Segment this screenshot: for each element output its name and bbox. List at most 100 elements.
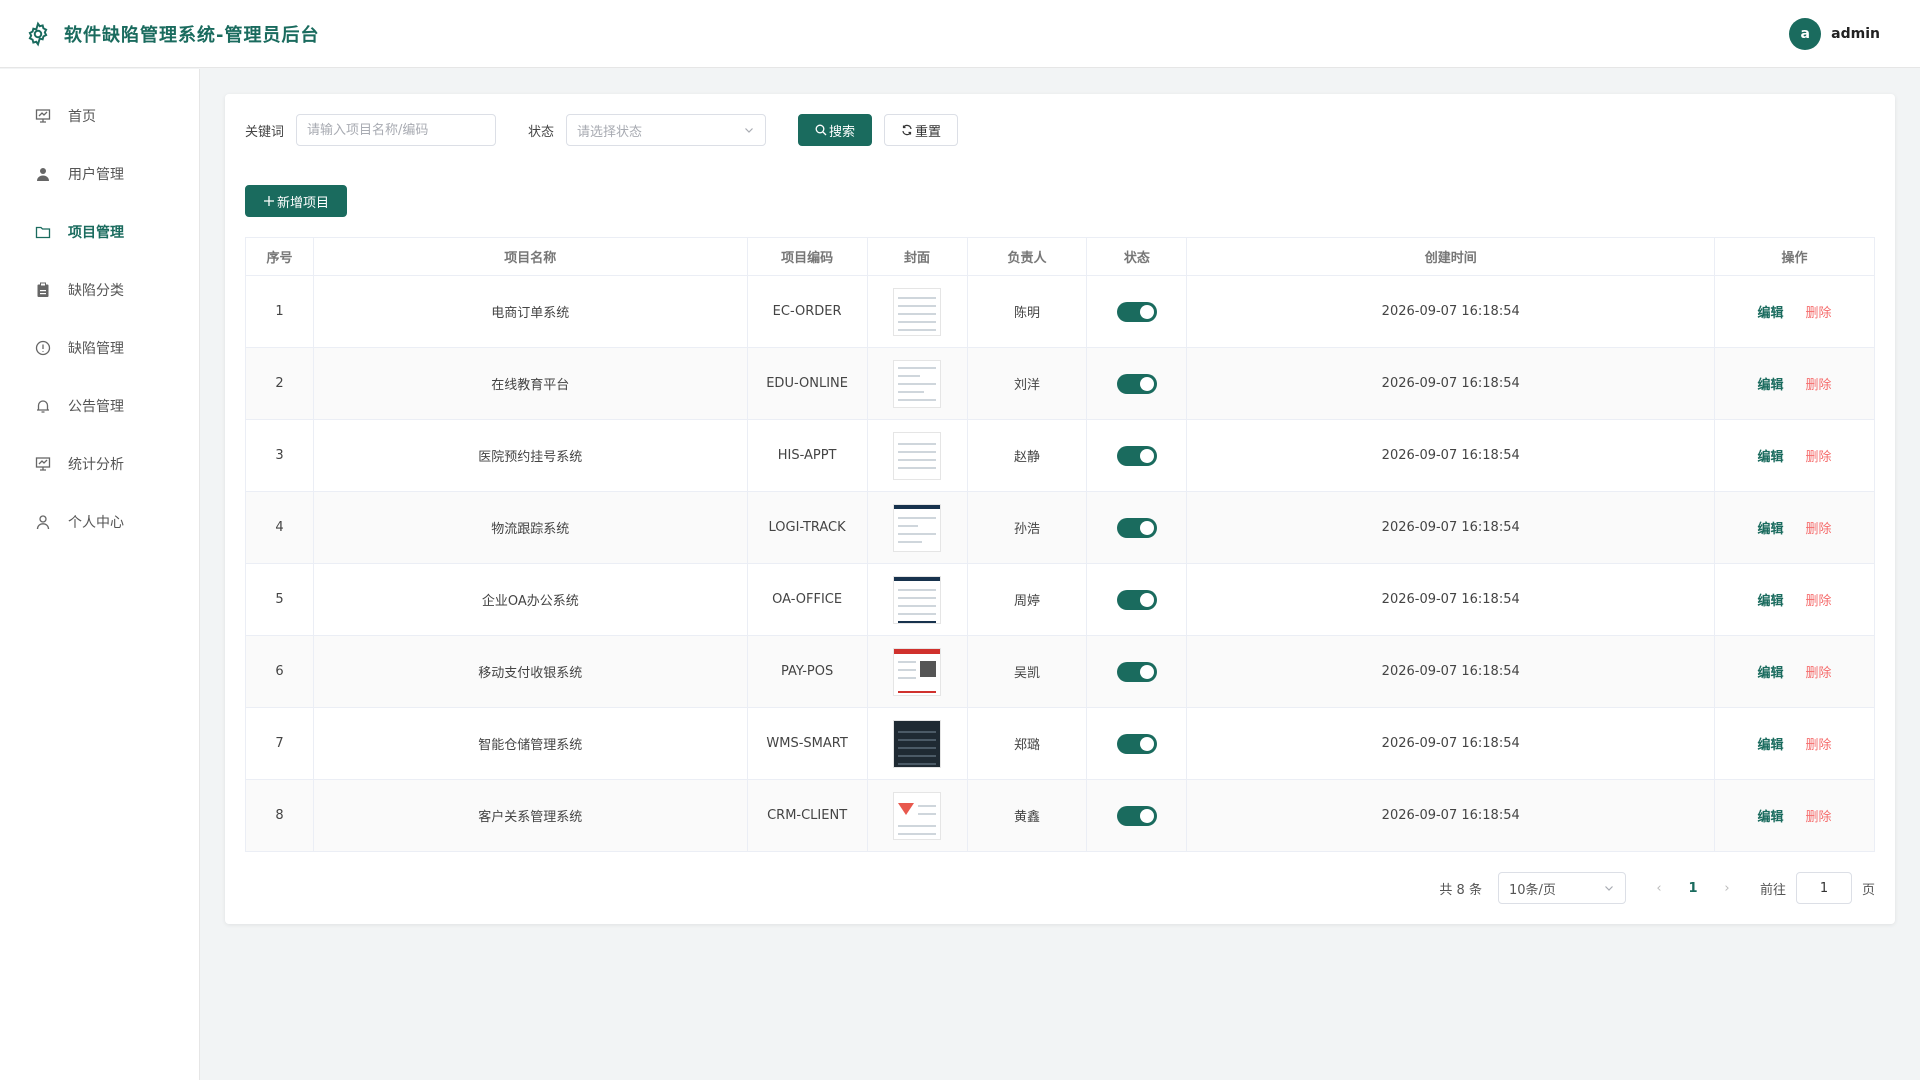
sidebar-item-label: 首页: [68, 109, 96, 125]
project-owner: 孙浩: [967, 491, 1088, 564]
page-suffix: 页: [1861, 882, 1875, 898]
sidebar-item-defect-categories[interactable]: 缺陷分类: [0, 261, 199, 319]
delete-button[interactable]: 删除: [1806, 450, 1832, 465]
delete-button[interactable]: 删除: [1806, 594, 1832, 609]
delete-button[interactable]: 删除: [1806, 378, 1832, 393]
page-size-value: 10条/页: [1508, 882, 1556, 898]
status-toggle[interactable]: [1116, 589, 1157, 610]
delete-button[interactable]: 删除: [1806, 522, 1832, 537]
sidebar-item-label: 个人中心: [68, 515, 124, 531]
col-header-index: 序号: [245, 237, 314, 276]
add-project-label: 新增项目: [276, 195, 329, 211]
edit-button[interactable]: 编辑: [1758, 306, 1784, 321]
status-select[interactable]: 请选择状态: [566, 114, 767, 146]
total-count: 共 8 条: [1439, 882, 1482, 898]
project-code: HIS-APPT: [747, 419, 868, 492]
status-toggle[interactable]: [1116, 733, 1157, 754]
sidebar-item-label: 统计分析: [68, 457, 124, 473]
created-time: 2026-09-07 16:18:54: [1186, 563, 1716, 636]
row-index: 1: [245, 275, 314, 348]
edit-button[interactable]: 编辑: [1758, 594, 1784, 609]
created-time: 2026-09-07 16:18:54: [1186, 635, 1716, 708]
prev-page-icon[interactable]: ‹: [1648, 881, 1670, 896]
created-time: 2026-09-07 16:18:54: [1186, 347, 1716, 420]
person-outline-icon: [34, 513, 52, 531]
status-toggle[interactable]: [1116, 661, 1157, 682]
status-label: 状态: [528, 124, 555, 140]
next-page-icon[interactable]: ›: [1716, 881, 1738, 896]
status-toggle[interactable]: [1116, 805, 1157, 826]
col-header-name: 项目名称: [313, 237, 748, 276]
page-number-current[interactable]: 1: [1678, 881, 1708, 896]
sidebar-item-projects[interactable]: 项目管理: [0, 203, 199, 261]
status-toggle[interactable]: [1116, 373, 1157, 394]
row-index: 6: [245, 635, 314, 708]
gear-icon: [24, 20, 52, 48]
edit-button[interactable]: 编辑: [1758, 522, 1784, 537]
row-index: 8: [245, 779, 314, 852]
project-cover-thumbnail[interactable]: [893, 359, 942, 408]
project-owner: 刘洋: [967, 347, 1088, 420]
page-size-select[interactable]: 10条/页: [1497, 872, 1626, 904]
col-header-cover: 封面: [867, 237, 968, 276]
edit-button[interactable]: 编辑: [1758, 378, 1784, 393]
status-toggle[interactable]: [1116, 301, 1157, 322]
avatar[interactable]: a: [1789, 18, 1822, 50]
reset-button[interactable]: 重置: [884, 114, 959, 146]
chart-board-icon: [34, 455, 52, 473]
top-header: 软件缺陷管理系统-管理员后台 a admin: [0, 0, 1920, 68]
project-owner: 郑璐: [967, 707, 1088, 780]
table-row: 3 医院预约挂号系统 HIS-APPT 赵静 2026-09-07 16:18:…: [245, 419, 1875, 492]
project-cover-thumbnail[interactable]: [893, 503, 942, 552]
delete-button[interactable]: 删除: [1806, 810, 1832, 825]
delete-button[interactable]: 删除: [1806, 666, 1832, 681]
project-cover-thumbnail[interactable]: [893, 575, 942, 624]
add-project-button[interactable]: 新增项目: [245, 185, 347, 217]
edit-button[interactable]: 编辑: [1758, 810, 1784, 825]
keyword-search-input[interactable]: [296, 114, 497, 146]
search-button[interactable]: 搜索: [798, 114, 873, 146]
edit-button[interactable]: 编辑: [1758, 738, 1784, 753]
status-toggle[interactable]: [1116, 517, 1157, 538]
sidebar-item-users[interactable]: 用户管理: [0, 145, 199, 203]
edit-button[interactable]: 编辑: [1758, 666, 1784, 681]
project-owner: 周婷: [967, 563, 1088, 636]
project-code: LOGI-TRACK: [747, 491, 868, 564]
username[interactable]: admin: [1831, 26, 1880, 42]
filter-bar: 关键词 状态 请选择状态 搜索 重置: [245, 114, 1045, 146]
edit-button[interactable]: 编辑: [1758, 450, 1784, 465]
goto-page-input[interactable]: [1795, 872, 1852, 904]
project-code: CRM-CLIENT: [747, 779, 868, 852]
project-name: 客户关系管理系统: [313, 779, 748, 852]
project-cover-thumbnail[interactable]: [893, 431, 942, 480]
project-cover-thumbnail[interactable]: [893, 287, 942, 336]
project-code: PAY-POS: [747, 635, 868, 708]
project-name: 在线教育平台: [313, 347, 748, 420]
project-cover-thumbnail[interactable]: [893, 719, 942, 768]
col-header-owner: 负责人: [967, 237, 1088, 276]
project-cover-thumbnail[interactable]: [893, 647, 942, 696]
row-index: 7: [245, 707, 314, 780]
project-name: 智能仓储管理系统: [313, 707, 748, 780]
created-time: 2026-09-07 16:18:54: [1186, 275, 1716, 348]
sidebar-item-home[interactable]: 首页: [0, 87, 199, 145]
user-icon: [34, 165, 52, 183]
table-row: 6 移动支付收银系统 PAY-POS 吴凯 2026-09-07 16:18:5…: [245, 635, 1875, 708]
chevron-down-icon: [743, 124, 755, 136]
sidebar-item-announcements[interactable]: 公告管理: [0, 377, 199, 435]
col-header-status: 状态: [1086, 237, 1188, 276]
sidebar-item-label: 用户管理: [68, 167, 124, 183]
user-menu[interactable]: a admin: [1789, 18, 1880, 50]
sidebar-item-statistics[interactable]: 统计分析: [0, 435, 199, 493]
project-list-card: 关键词 状态 请选择状态 搜索 重置 新增项目: [225, 94, 1895, 924]
delete-button[interactable]: 删除: [1806, 306, 1832, 321]
sidebar-item-defects[interactable]: 缺陷管理: [0, 319, 199, 377]
project-cover-thumbnail[interactable]: [893, 791, 942, 840]
status-toggle[interactable]: [1116, 445, 1157, 466]
delete-button[interactable]: 删除: [1806, 738, 1832, 753]
warning-circle-icon: [34, 339, 52, 357]
sidebar-item-profile[interactable]: 个人中心: [0, 493, 199, 551]
row-index: 4: [245, 491, 314, 564]
project-code: WMS-SMART: [747, 707, 868, 780]
sidebar: 首页 用户管理 项目管理 缺陷分类 缺陷管理 公告管理 统计分析 个人中心: [0, 69, 200, 1080]
